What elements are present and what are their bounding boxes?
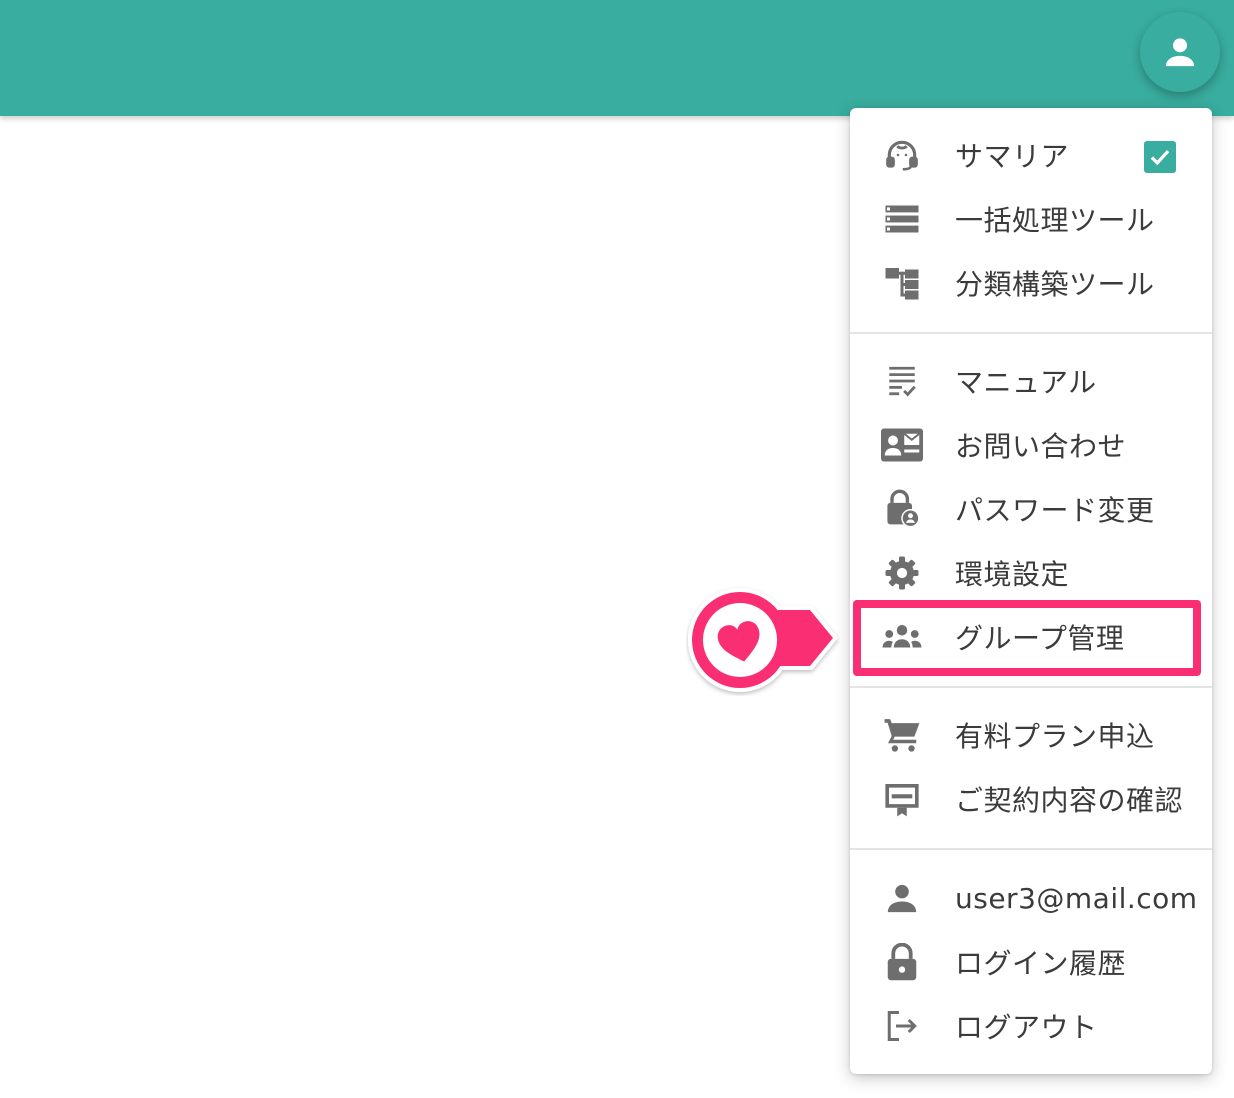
menu-item-label: 分類構築ツール [955, 268, 1155, 301]
lock-person-icon [880, 487, 924, 531]
tree-icon [880, 261, 924, 305]
check-icon [1150, 149, 1170, 166]
menu-item-preferences[interactable]: 環境設定 [850, 541, 1212, 605]
menu-item-label: マニュアル [955, 366, 1097, 399]
menu-item-contract-details[interactable]: ご契約内容の確認 [850, 767, 1212, 831]
menu-item-classification-tool[interactable]: 分類構築ツール [850, 251, 1212, 315]
account-button[interactable] [1140, 12, 1220, 92]
menu-item-change-password[interactable]: パスワード変更 [850, 477, 1212, 541]
logout-icon [880, 1004, 924, 1048]
menu-item-label: お問い合わせ [955, 430, 1127, 463]
menu-item-group-management[interactable]: グループ管理 [850, 605, 1212, 669]
top-app-bar [0, 0, 1234, 116]
menu-divider [850, 686, 1212, 688]
menu-item-user-email[interactable]: user3@mail.com [850, 866, 1212, 930]
menu-item-batch-tool[interactable]: 一括処理ツール [850, 187, 1212, 251]
menu-item-logout[interactable]: ログアウト [850, 994, 1212, 1058]
menu-item-label: 環境設定 [955, 558, 1070, 591]
heart-marker-icon [688, 588, 838, 692]
headset-icon [880, 133, 924, 177]
account-menu: サマリア 一括処理ツール 分類構築ツール マニュアル お問い合わせ パスワード変… [850, 108, 1212, 1074]
person-icon [880, 876, 924, 920]
menu-item-login-history[interactable]: ログイン履歴 [850, 930, 1212, 994]
menu-item-label: ログアウト [955, 1011, 1098, 1044]
certificate-icon [880, 777, 924, 821]
menu-item-label: グループ管理 [955, 622, 1125, 655]
lock-icon [880, 940, 924, 984]
menu-divider [850, 848, 1212, 850]
menu-item-label: サマリア [955, 140, 1070, 173]
menu-item-label: 一括処理ツール [955, 204, 1155, 237]
menu-item-label: user3@mail.com [955, 881, 1198, 915]
menu-divider [850, 332, 1212, 334]
contact-card-icon [880, 423, 924, 467]
menu-item-label: パスワード変更 [955, 494, 1155, 527]
group-icon [880, 615, 924, 659]
list-icon [880, 197, 924, 241]
menu-item-contact[interactable]: お問い合わせ [850, 413, 1212, 477]
menu-item-label: ログイン履歴 [955, 947, 1127, 980]
cart-icon [880, 713, 924, 757]
person-icon [1165, 38, 1195, 67]
summaria-checkbox[interactable] [1144, 141, 1176, 173]
checklist-icon [880, 359, 924, 403]
menu-item-label: 有料プラン申込 [955, 720, 1155, 753]
menu-item-manual[interactable]: マニュアル [850, 349, 1212, 413]
menu-item-paid-plan[interactable]: 有料プラン申込 [850, 703, 1212, 767]
menu-item-label: ご契約内容の確認 [955, 784, 1184, 817]
gear-icon [880, 551, 924, 595]
